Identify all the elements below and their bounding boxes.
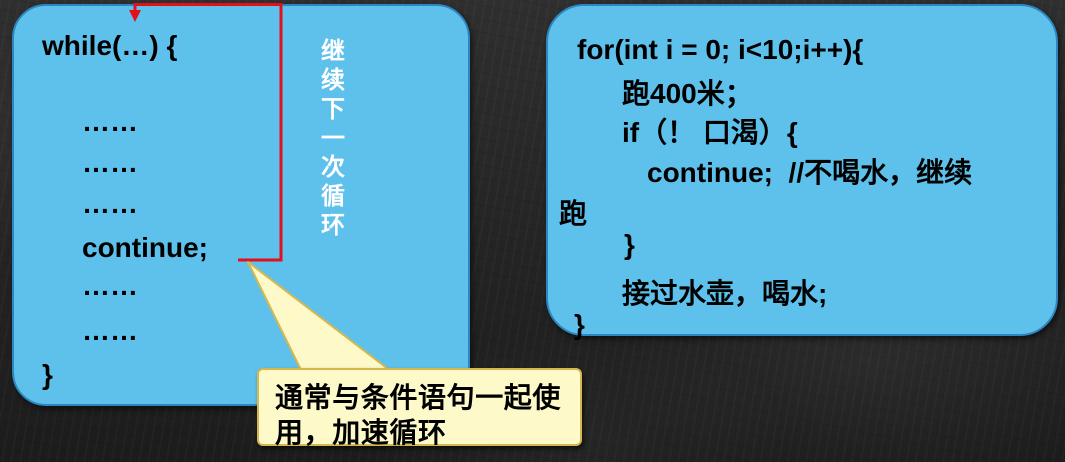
while-code-panel: while(…) { …… …… …… continue; …… …… }: [12, 4, 470, 406]
code-ellipsis-line: ……: [82, 106, 138, 137]
callout-box: 通常与条件语句一起使 用，加速循环: [257, 368, 582, 448]
code-ellipsis-line: ……: [82, 270, 138, 301]
continue-comment-line: continue; //不喝水，继续: [647, 157, 973, 188]
callout-line: 通常与条件语句一起使: [275, 382, 562, 413]
code-ellipsis-line: ……: [82, 147, 138, 178]
while-statement: while(…) {: [42, 30, 178, 61]
comment-wrap-line: 跑: [559, 198, 588, 229]
for-code-panel: for(int i = 0; i<10;i++){ 跑400米； if（！ 口渴…: [546, 4, 1058, 340]
drink-water-line: 接过水壶，喝水;: [622, 278, 828, 309]
run-400m-line: 跑400米；: [622, 78, 753, 109]
slide: while(…) { …… …… …… continue; …… …… } fo…: [0, 0, 1065, 462]
code-ellipsis-line: ……: [82, 188, 138, 219]
if-thirsty-line: if（！ 口渴）{: [622, 117, 798, 148]
for-closing-brace: }: [574, 309, 585, 340]
continue-statement: continue;: [82, 232, 208, 263]
if-closing-brace: }: [624, 229, 635, 260]
for-statement: for(int i = 0; i<10;i++){: [577, 34, 864, 65]
next-iteration-label: 继续下一次循环: [321, 38, 345, 239]
while-closing-brace: }: [42, 359, 53, 390]
code-ellipsis-line: ……: [82, 315, 138, 346]
callout-line: 用，加速循环: [275, 417, 447, 448]
